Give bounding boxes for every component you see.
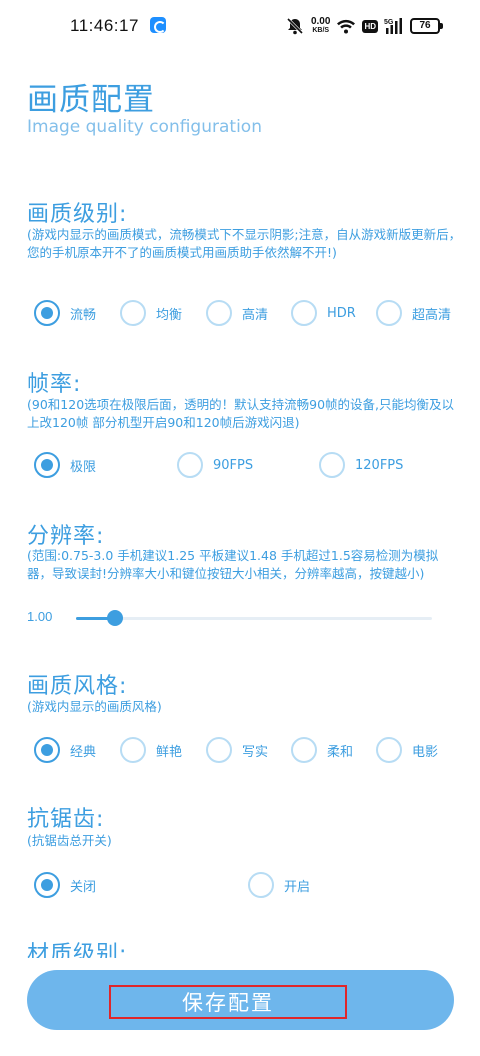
- style-options: 经典 鲜艳 写实 柔和 电影: [34, 735, 454, 765]
- style-description: (游戏内显示的画质风格): [27, 699, 162, 714]
- frame-rate-description: (90和120选项在极限后面，透明的！默认支持流畅90帧的设备,只能均衡及以上改…: [27, 397, 455, 430]
- radio-unchecked-icon: [206, 300, 232, 326]
- resolution-description: (范围:0.75-3.0 手机建议1.25 平板建议1.48 手机超过1.5容易…: [27, 548, 439, 581]
- quality-option-smooth[interactable]: 流畅: [34, 298, 96, 328]
- save-config-button[interactable]: 保存配置: [27, 970, 454, 1030]
- frame-rate-option-90fps[interactable]: 90FPS: [177, 450, 253, 480]
- frame-rate-option-120fps[interactable]: 120FPS: [319, 450, 403, 480]
- resolution-slider[interactable]: [76, 610, 432, 626]
- svg-text:5G: 5G: [384, 19, 394, 26]
- status-time: 11:46:17: [70, 16, 139, 35]
- anti-aliasing-options: 关闭 开启: [34, 870, 454, 900]
- radio-unchecked-icon: [376, 737, 402, 763]
- radio-checked-icon: [34, 300, 60, 326]
- radio-unchecked-icon: [177, 452, 203, 478]
- app-notification-icon: [150, 17, 166, 33]
- page-subtitle: Image quality configuration: [27, 117, 262, 137]
- status-bar: 11:46:17 0.00 KB/S HD 5G 76: [0, 0, 480, 56]
- resolution-slider-thumb[interactable]: [107, 610, 124, 626]
- save-config-label: 保存配置: [182, 992, 274, 1015]
- radio-checked-icon: [34, 452, 60, 478]
- style-title: 画质风格:: [27, 674, 128, 699]
- material-level-section: 材质级别:: [0, 930, 480, 958]
- save-label-highlight: 保存配置: [109, 985, 347, 1019]
- style-option-soft[interactable]: 柔和: [291, 735, 353, 765]
- style-option-vivid[interactable]: 鲜艳: [120, 735, 182, 765]
- quality-level-title: 画质级别:: [27, 202, 128, 227]
- frame-rate-title: 帧率:: [27, 372, 82, 397]
- quality-option-hd[interactable]: 高清: [206, 298, 268, 328]
- quality-option-ultra-hd[interactable]: 超高清: [376, 298, 451, 328]
- signal-icon: 5G: [384, 17, 404, 35]
- quality-level-description: (游戏内显示的画质模式，流畅模式下不显示阴影;注意，自从游戏新版更新后，您的手机…: [27, 227, 462, 260]
- resolution-title: 分辨率:: [27, 524, 105, 549]
- style-option-classic[interactable]: 经典: [34, 735, 96, 765]
- radio-unchecked-icon: [376, 300, 402, 326]
- anti-aliasing-option-on[interactable]: 开启: [248, 870, 310, 900]
- hd-badge: HD: [362, 19, 378, 33]
- radio-unchecked-icon: [120, 737, 146, 763]
- net-speed: 0.00 KB/S: [310, 16, 331, 35]
- radio-unchecked-icon: [291, 737, 317, 763]
- radio-checked-icon: [34, 872, 60, 898]
- radio-unchecked-icon: [206, 737, 232, 763]
- radio-unchecked-icon: [319, 452, 345, 478]
- anti-aliasing-title: 抗锯齿:: [27, 807, 105, 832]
- anti-aliasing-option-off[interactable]: 关闭: [34, 870, 96, 900]
- frame-rate-option-extreme[interactable]: 极限: [34, 450, 96, 480]
- radio-checked-icon: [34, 737, 60, 763]
- wifi-icon: [336, 18, 356, 34]
- radio-unchecked-icon: [291, 300, 317, 326]
- quality-level-options: 流畅 均衡 高清 HDR 超高清: [34, 298, 454, 328]
- resolution-value: 1.00: [27, 609, 53, 624]
- anti-aliasing-description: (抗锯齿总开关): [27, 833, 112, 848]
- material-level-title: 材质级别:: [27, 942, 128, 958]
- quality-option-hdr[interactable]: HDR: [291, 298, 356, 328]
- quality-option-balanced[interactable]: 均衡: [120, 298, 182, 328]
- page-title: 画质配置: [27, 82, 155, 118]
- status-icons: 0.00 KB/S HD 5G 76: [285, 14, 443, 38]
- frame-rate-options: 极限 90FPS 120FPS: [34, 450, 454, 480]
- mute-bell-icon: [285, 16, 305, 36]
- radio-unchecked-icon: [248, 872, 274, 898]
- style-option-realistic[interactable]: 写实: [206, 735, 268, 765]
- style-option-movie[interactable]: 电影: [376, 735, 438, 765]
- battery-icon: 76: [410, 18, 443, 34]
- radio-unchecked-icon: [120, 300, 146, 326]
